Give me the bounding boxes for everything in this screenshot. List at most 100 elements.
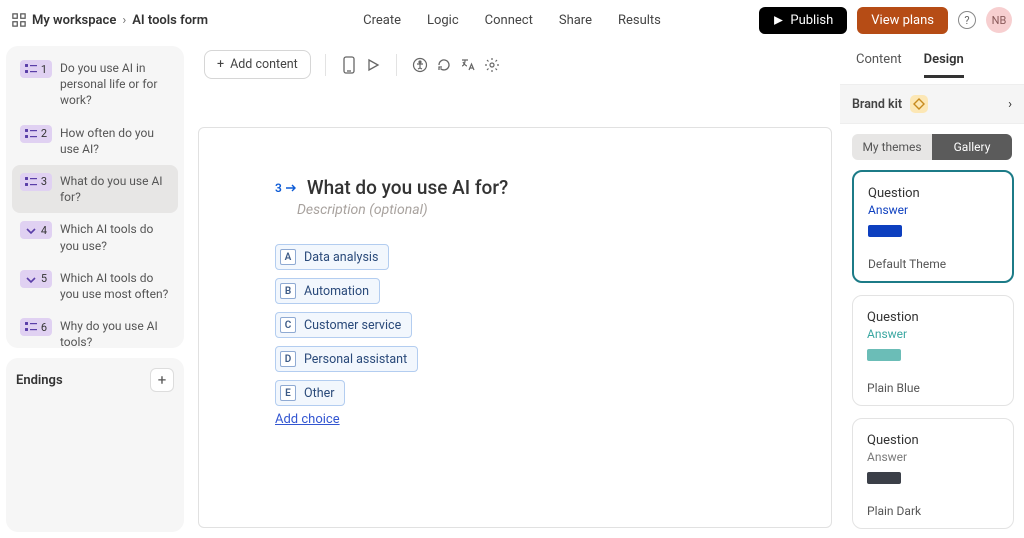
publish-label: Publish xyxy=(790,13,833,28)
question-type-icon: 1 xyxy=(20,60,52,78)
plans-label: View plans xyxy=(871,13,934,28)
choice-key: A xyxy=(280,249,296,265)
question-item-4[interactable]: 4 Which AI tools do you use? xyxy=(12,213,178,261)
choice-key: C xyxy=(280,317,296,333)
chevron-right-icon: › xyxy=(122,13,126,28)
add-content-button[interactable]: + Add content xyxy=(204,50,311,79)
question-item-1[interactable]: 1 Do you use AI in personal life or for w… xyxy=(12,52,178,117)
top-nav: Create Logic Connect Share Results xyxy=(363,13,661,28)
canvas-toolbar: + Add content xyxy=(198,50,832,79)
choice-a[interactable]: A Data analysis xyxy=(275,244,389,270)
endings-title: Endings xyxy=(16,373,63,388)
top-right: Publish View plans ? NB xyxy=(759,7,1012,34)
play-icon xyxy=(773,15,784,26)
theme-card-2[interactable]: QuestionAnswerPlain Dark xyxy=(852,418,1014,529)
arrow-right-icon xyxy=(285,183,297,193)
question-list: 1 Do you use AI in personal life or for w… xyxy=(6,46,184,348)
question-item-5[interactable]: 5 Which AI tools do you use most often? xyxy=(12,262,178,310)
choice-key: D xyxy=(280,351,296,367)
question-item-6[interactable]: 6 Why do you use AI tools? xyxy=(12,310,178,348)
toolbar-separator xyxy=(325,54,326,76)
choice-label: Data analysis xyxy=(304,250,378,265)
question-canvas[interactable]: 3 What do you use AI for? Description (o… xyxy=(198,127,832,528)
choice-label: Automation xyxy=(304,284,369,299)
choice-key: B xyxy=(280,283,296,299)
help-icon[interactable]: ? xyxy=(958,11,976,29)
question-item-label: Which AI tools do you use most often? xyxy=(60,270,170,302)
brand-kit-label: Brand kit xyxy=(852,97,902,112)
add-content-label: Add content xyxy=(230,57,298,72)
workspace-icon xyxy=(12,13,26,27)
choice-c[interactable]: C Customer service xyxy=(275,312,412,338)
publish-button[interactable]: Publish xyxy=(759,7,847,34)
breadcrumb-workspace[interactable]: My workspace xyxy=(32,13,116,28)
question-item-label: Do you use AI in personal life or for wo… xyxy=(60,60,170,109)
question-type-icon: 3 xyxy=(20,173,52,191)
question-item-2[interactable]: 2 How often do you use AI? xyxy=(12,117,178,165)
right-panel: Content Design Brand kit › My themes Gal… xyxy=(840,40,1024,538)
left-panel: 1 Do you use AI in personal life or for w… xyxy=(0,40,190,538)
preview-icon[interactable] xyxy=(364,56,382,74)
toggle-gallery[interactable]: Gallery xyxy=(932,134,1012,160)
theme-answer-label: Answer xyxy=(867,327,999,341)
breadcrumb[interactable]: My workspace › AI tools form xyxy=(12,13,208,28)
theme-card-0[interactable]: QuestionAnswerDefault Theme xyxy=(852,170,1014,283)
accessibility-icon[interactable] xyxy=(411,56,429,74)
nav-create[interactable]: Create xyxy=(363,13,401,28)
choice-b[interactable]: B Automation xyxy=(275,278,380,304)
question-item-label: What do you use AI for? xyxy=(60,173,170,205)
translate-icon[interactable] xyxy=(459,56,477,74)
chevron-right-icon: › xyxy=(1008,97,1012,112)
theme-swatch xyxy=(868,225,902,237)
choice-label: Personal assistant xyxy=(304,352,407,367)
choice-key: E xyxy=(280,385,296,401)
theme-answer-label: Answer xyxy=(867,450,999,464)
question-type-icon: 6 xyxy=(20,318,52,336)
theme-question-label: Question xyxy=(867,433,999,448)
question-item-label: Why do you use AI tools? xyxy=(60,318,170,348)
add-choice-button[interactable]: Add choice xyxy=(275,412,340,427)
tab-content[interactable]: Content xyxy=(856,52,902,78)
question-type-icon: 5 xyxy=(20,270,52,288)
settings-icon[interactable] xyxy=(483,56,501,74)
nav-results[interactable]: Results xyxy=(618,13,661,28)
theme-swatch xyxy=(867,349,901,361)
nav-connect[interactable]: Connect xyxy=(485,13,533,28)
question-index: 3 xyxy=(275,181,297,195)
premium-icon xyxy=(910,95,928,113)
tab-design[interactable]: Design xyxy=(924,52,964,78)
question-description[interactable]: Description (optional) xyxy=(297,202,767,218)
theme-name: Default Theme xyxy=(868,257,998,271)
refresh-icon[interactable] xyxy=(435,56,453,74)
device-mobile-icon[interactable] xyxy=(340,56,358,74)
choice-e[interactable]: E Other xyxy=(275,380,345,406)
toolbar-separator xyxy=(396,54,397,76)
choice-label: Other xyxy=(304,386,334,401)
theme-question-label: Question xyxy=(867,310,999,325)
choice-d[interactable]: D Personal assistant xyxy=(275,346,418,372)
avatar[interactable]: NB xyxy=(986,7,1012,33)
question-title[interactable]: What do you use AI for? xyxy=(307,176,508,199)
theme-name: Plain Blue xyxy=(867,381,999,395)
theme-question-label: Question xyxy=(868,186,998,201)
choice-label: Customer service xyxy=(304,318,401,333)
brand-kit-row[interactable]: Brand kit › xyxy=(840,84,1024,124)
plus-icon: + xyxy=(217,57,224,72)
toggle-my-themes[interactable]: My themes xyxy=(852,134,932,160)
question-item-label: Which AI tools do you use? xyxy=(60,221,170,253)
add-ending-button[interactable]: + xyxy=(150,368,174,392)
theme-card-1[interactable]: Question Answer Plain Blue xyxy=(852,295,1014,406)
view-plans-button[interactable]: View plans xyxy=(857,7,948,34)
nav-share[interactable]: Share xyxy=(559,13,592,28)
canvas-area: + Add content 3 What do you use AI for? … xyxy=(190,40,840,538)
top-bar: My workspace › AI tools form Create Logi… xyxy=(0,0,1024,40)
choices-list: A Data analysis B Automation C Customer servi… xyxy=(275,244,767,406)
breadcrumb-form[interactable]: AI tools form xyxy=(132,13,208,28)
question-item-label: How often do you use AI? xyxy=(60,125,170,157)
question-item-3[interactable]: 3 What do you use AI for? xyxy=(12,165,178,213)
nav-logic[interactable]: Logic xyxy=(427,13,459,28)
question-type-icon: 2 xyxy=(20,125,52,143)
theme-gallery[interactable]: QuestionAnswerDefault ThemeQuestionAnswe… xyxy=(840,160,1024,538)
question-type-icon: 4 xyxy=(20,221,52,239)
question-header: 3 What do you use AI for? xyxy=(275,176,767,199)
